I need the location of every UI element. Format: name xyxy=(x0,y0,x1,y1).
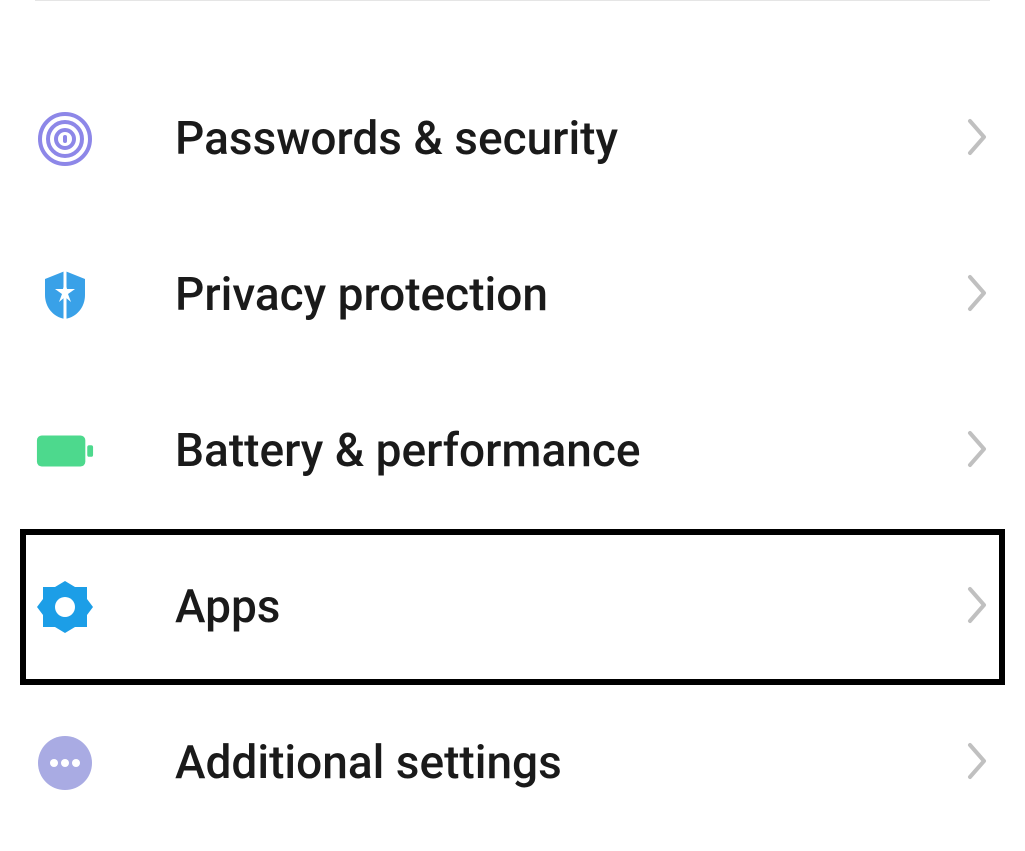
section-divider xyxy=(35,0,990,1)
settings-item-label: Apps xyxy=(175,580,966,634)
settings-item-label: Battery & performance xyxy=(175,424,966,478)
more-icon xyxy=(35,733,95,793)
chevron-right-icon xyxy=(966,585,990,629)
settings-item-label: Additional settings xyxy=(175,736,966,790)
chevron-right-icon xyxy=(966,741,990,785)
settings-item-additional-settings[interactable]: Additional settings xyxy=(20,685,1005,841)
settings-item-battery-performance[interactable]: Battery & performance xyxy=(20,373,1005,529)
shield-icon xyxy=(35,265,95,325)
settings-item-label: Privacy protection xyxy=(175,268,966,322)
settings-list: Passwords & security Privacy protection xyxy=(0,61,1025,841)
settings-item-apps[interactable]: Apps xyxy=(20,529,1005,685)
chevron-right-icon xyxy=(966,117,990,161)
chevron-right-icon xyxy=(966,273,990,317)
battery-icon xyxy=(35,421,95,481)
settings-item-label: Passwords & security xyxy=(175,112,966,166)
fingerprint-icon xyxy=(35,109,95,169)
settings-item-privacy-protection[interactable]: Privacy protection xyxy=(20,217,1005,373)
settings-item-passwords-security[interactable]: Passwords & security xyxy=(20,61,1005,217)
chevron-right-icon xyxy=(966,429,990,473)
gear-icon xyxy=(35,577,95,637)
